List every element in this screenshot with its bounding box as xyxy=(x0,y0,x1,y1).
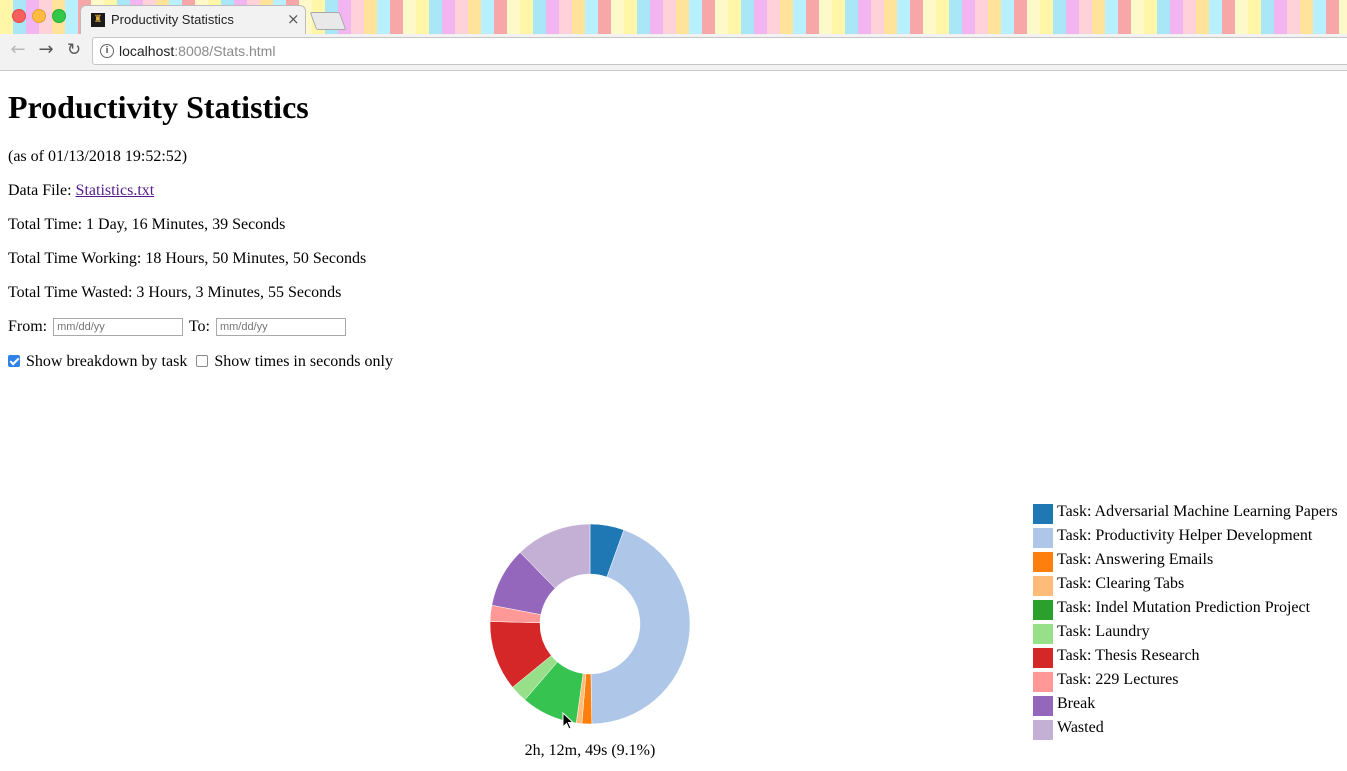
legend-item: Task: Laundry xyxy=(1033,623,1343,647)
legend-label: Task: Answering Emails xyxy=(1057,551,1214,568)
legend-item: Task: Productivity Helper Development xyxy=(1033,527,1343,551)
legend-item: Task: Indel Mutation Prediction Project xyxy=(1033,599,1343,623)
window-minimize-button[interactable] xyxy=(32,9,46,23)
legend-swatch xyxy=(1033,672,1053,692)
legend-label: Task: Laundry xyxy=(1057,623,1150,640)
legend-label: Task: Adversarial Machine Learning Paper… xyxy=(1057,503,1338,520)
legend-item: Task: Thesis Research xyxy=(1033,647,1343,671)
window-zoom-button[interactable] xyxy=(52,9,66,23)
mouse-cursor-icon xyxy=(562,712,575,730)
favicon-icon: ♜ xyxy=(91,13,105,27)
arrow-left-icon[interactable]: ← xyxy=(7,39,29,61)
legend-swatch xyxy=(1033,504,1053,524)
window-close-button[interactable] xyxy=(12,9,26,23)
close-icon[interactable]: × xyxy=(287,10,300,28)
tab-title: Productivity Statistics xyxy=(111,12,234,27)
legend-swatch xyxy=(1033,552,1053,572)
address-bar[interactable]: i localhost:8008/Stats.html xyxy=(92,37,1347,65)
legend-swatch xyxy=(1033,648,1053,668)
browser-toolbar: ← → ↻ i localhost:8008/Stats.html xyxy=(0,34,1347,70)
new-tab-button[interactable] xyxy=(309,12,347,30)
legend-swatch xyxy=(1033,696,1053,716)
legend-label: Wasted xyxy=(1057,719,1104,736)
legend-swatch xyxy=(1033,576,1053,596)
legend-label: Break xyxy=(1057,695,1096,712)
legend-item: Task: 229 Lectures xyxy=(1033,671,1343,695)
arrow-right-icon[interactable]: → xyxy=(35,39,57,61)
tab-productivity-statistics[interactable]: ♜ Productivity Statistics × xyxy=(80,5,306,34)
legend-label: Task: 229 Lectures xyxy=(1057,671,1179,688)
legend-label: Task: Clearing Tabs xyxy=(1057,575,1185,592)
legend-item: Task: Answering Emails xyxy=(1033,551,1343,575)
url-text[interactable]: localhost:8008/Stats.html xyxy=(119,43,275,59)
legend-item: Task: Adversarial Machine Learning Paper… xyxy=(1033,503,1343,527)
legend-label: Task: Indel Mutation Prediction Project xyxy=(1057,599,1311,616)
legend-swatch xyxy=(1033,528,1053,548)
legend-item: Task: Clearing Tabs xyxy=(1033,575,1343,599)
reload-icon[interactable]: ↻ xyxy=(63,39,85,61)
chart-legend: Task: Adversarial Machine Learning Paper… xyxy=(1033,503,1343,743)
legend-label: Task: Productivity Helper Development xyxy=(1057,527,1313,544)
url-host: localhost xyxy=(119,43,175,59)
legend-swatch xyxy=(1033,720,1053,740)
legend-item: Wasted xyxy=(1033,719,1343,743)
legend-label: Task: Thesis Research xyxy=(1057,647,1200,664)
legend-swatch xyxy=(1033,600,1053,620)
chart-tooltip-value: 2h, 12m, 49s (9.1%) xyxy=(524,742,656,759)
legend-swatch xyxy=(1033,624,1053,644)
url-path: :8008/Stats.html xyxy=(174,43,276,59)
legend-item: Break xyxy=(1033,695,1343,719)
browser-chrome: ♜ Productivity Statistics × ← → ↻ i loca… xyxy=(0,0,1347,71)
info-icon[interactable]: i xyxy=(100,44,114,58)
page-content: Productivity Statistics (as of 01/13/201… xyxy=(0,71,1347,771)
